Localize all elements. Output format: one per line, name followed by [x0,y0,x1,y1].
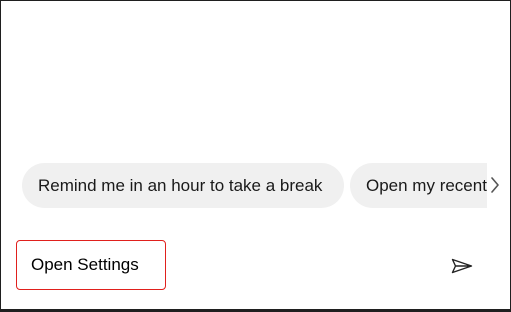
suggestion-chip-label: Open my recent [366,176,487,195]
suggestion-chip-label: Remind me in an hour to take a break [38,176,323,195]
suggestion-chips: Remind me in an hour to take a break Ope… [22,163,487,209]
message-input-text: Open Settings [31,255,139,274]
message-input-row: Open Settings [1,233,510,295]
chat-window: Remind me in an hour to take a break Ope… [0,0,511,312]
suggestions-next-button[interactable] [487,169,503,201]
send-icon [451,258,473,274]
chevron-right-icon [491,177,499,193]
send-button[interactable] [450,255,474,277]
conversation-area [1,1,510,161]
suggestion-chip-open-recent[interactable]: Open my recent [350,163,487,208]
message-input[interactable]: Open Settings [16,240,166,290]
suggestion-chip-remind-break[interactable]: Remind me in an hour to take a break [22,163,344,208]
